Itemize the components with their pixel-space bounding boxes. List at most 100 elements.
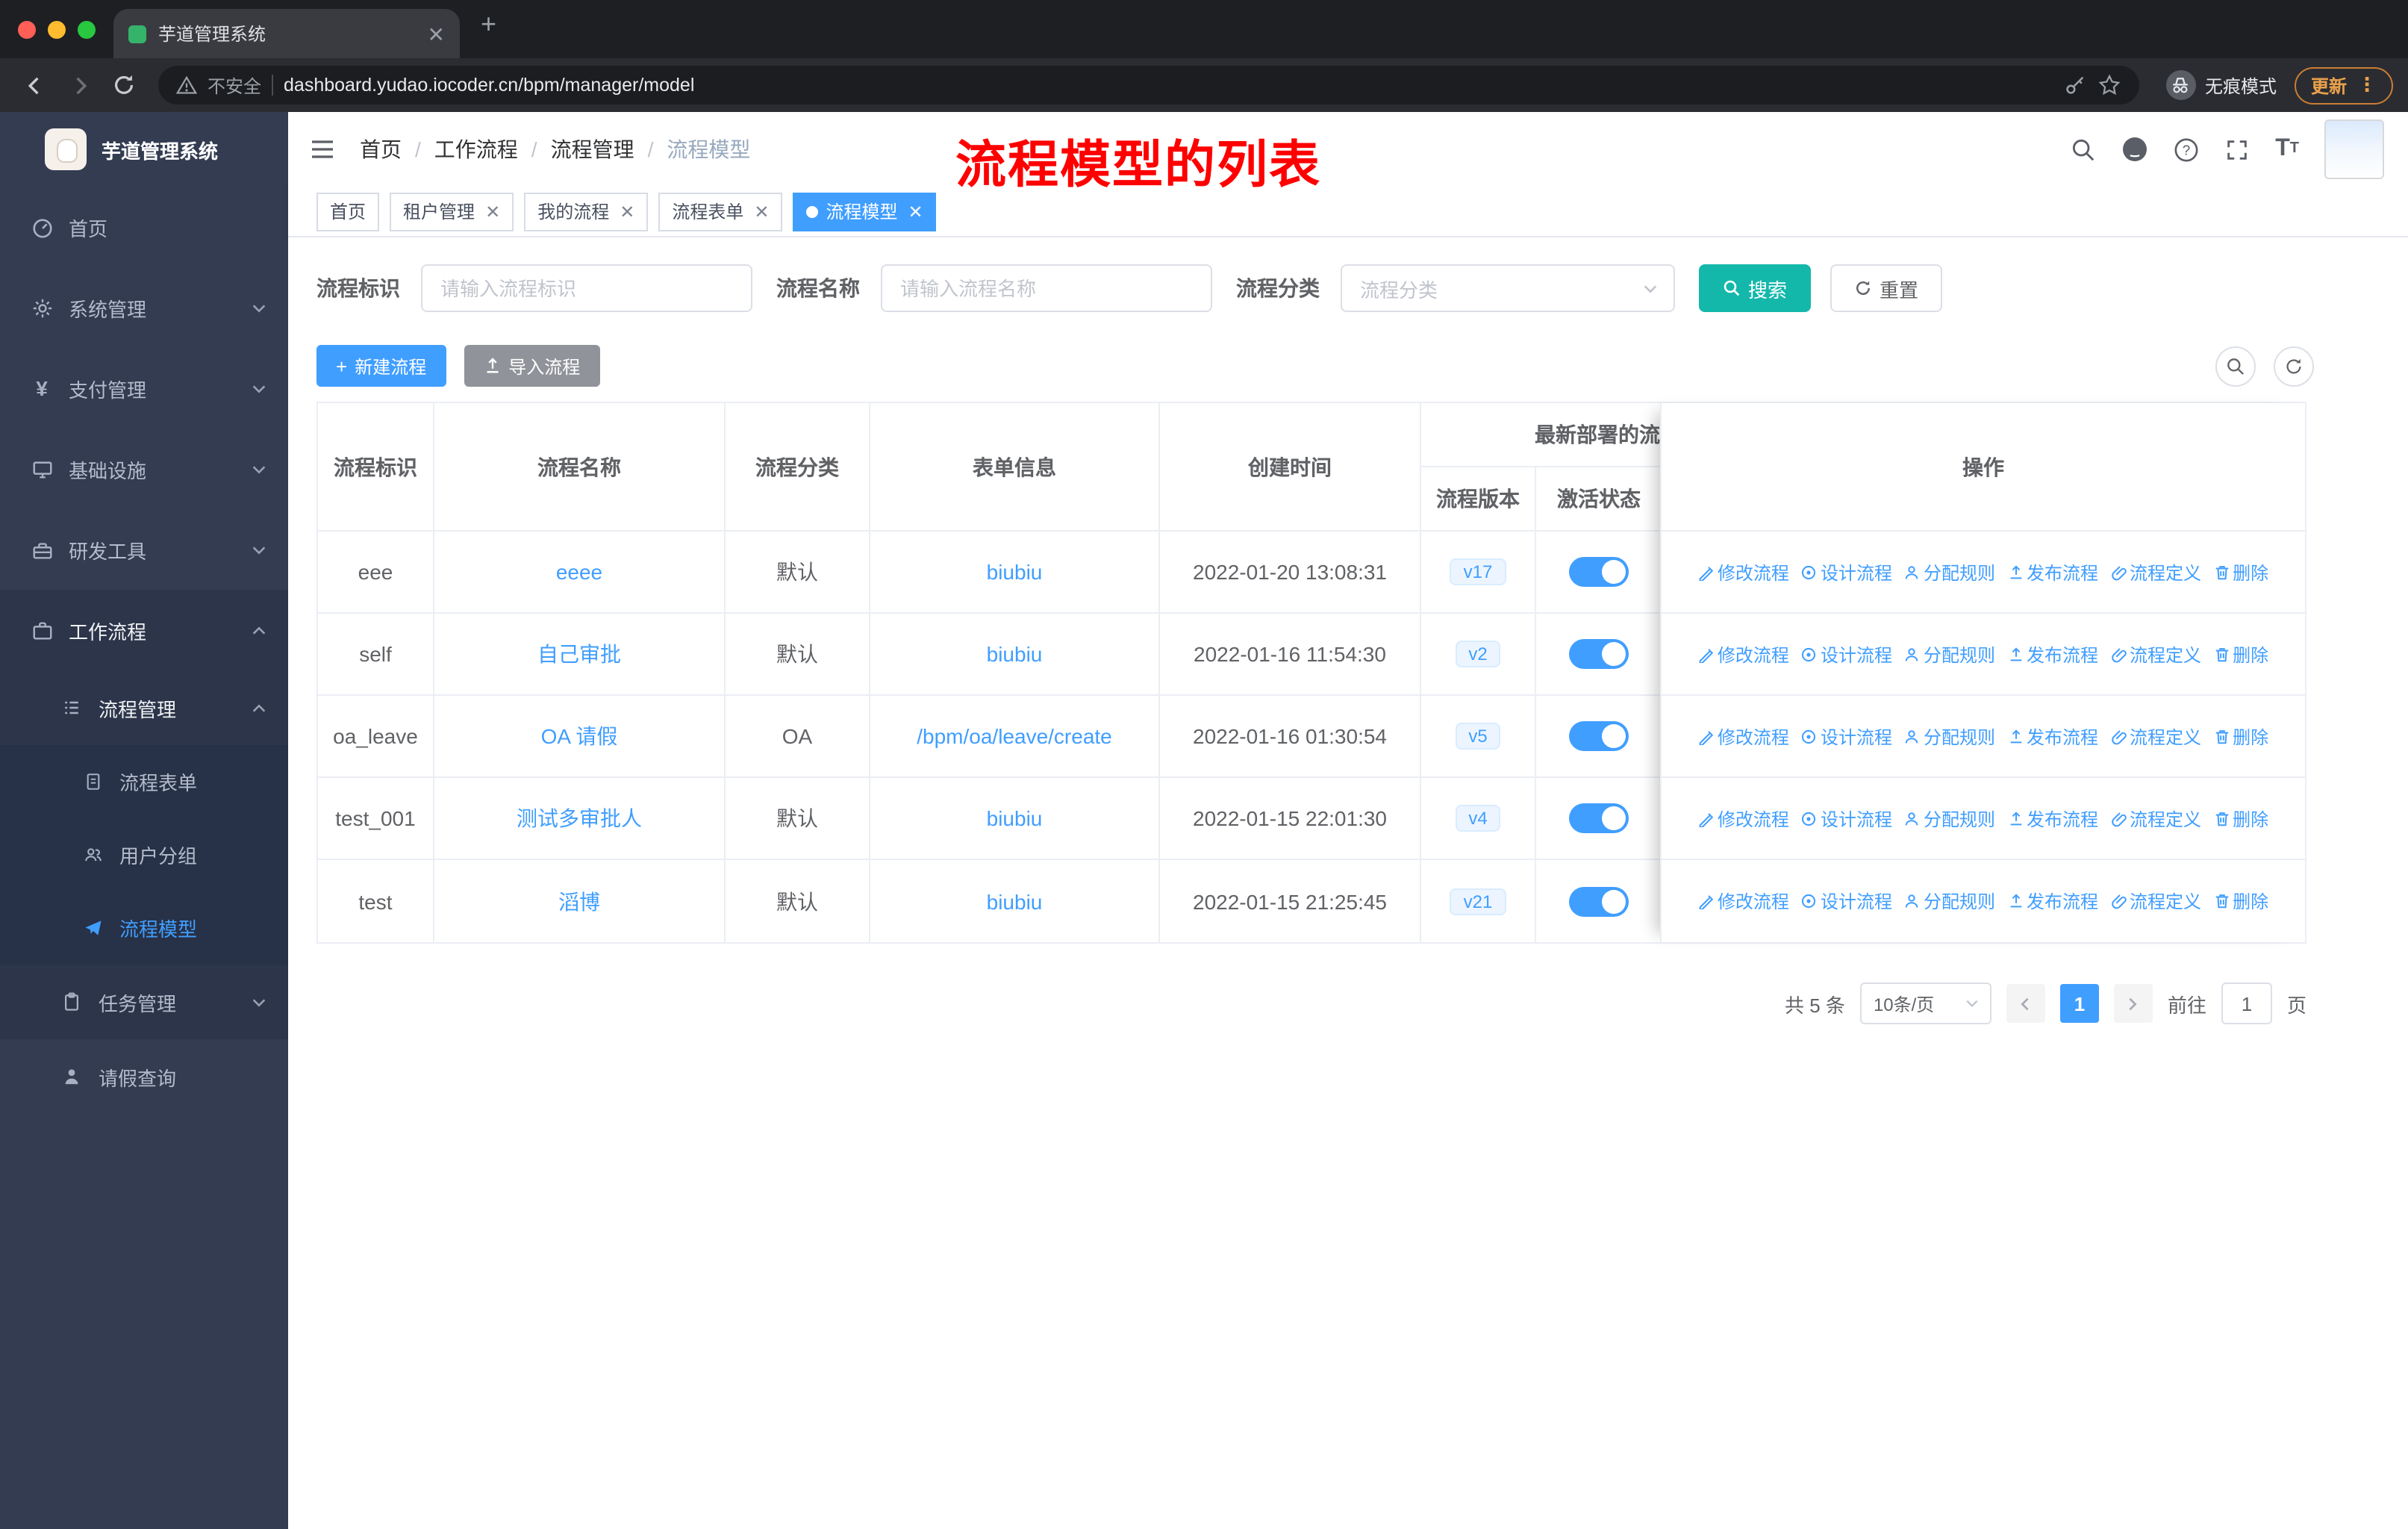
sidebar-item-infrastructure[interactable]: 基础设施 (0, 429, 288, 509)
edit-process-link[interactable]: 修改流程 (1698, 723, 1789, 749)
assign-rule-link[interactable]: 分配规则 (1904, 888, 1995, 914)
user-avatar[interactable] (2324, 119, 2384, 179)
forward-button[interactable] (60, 66, 99, 105)
close-icon[interactable]: ✕ (485, 202, 500, 220)
edit-process-link[interactable]: 修改流程 (1698, 806, 1789, 831)
process-definition-link[interactable]: 流程定义 (2110, 641, 2201, 667)
tag-process-form[interactable]: 流程表单 ✕ (658, 192, 783, 231)
search-icon[interactable] (2071, 137, 2096, 162)
delete-link[interactable]: 删除 (2213, 888, 2268, 914)
sidebar-item-process-model[interactable]: 流程模型 (0, 891, 288, 965)
design-process-link[interactable]: 设计流程 (1801, 723, 1892, 749)
window-minimize-button[interactable] (48, 20, 66, 38)
password-key-icon[interactable] (2063, 73, 2087, 97)
sidebar-collapse-icon[interactable] (309, 136, 336, 163)
delete-link[interactable]: 删除 (2213, 723, 2268, 749)
assign-rule-link[interactable]: 分配规则 (1904, 806, 1995, 831)
new-tab-button[interactable]: + (481, 9, 496, 40)
publish-process-link[interactable]: 发布流程 (2007, 723, 2098, 749)
assign-rule-link[interactable]: 分配规则 (1904, 641, 1995, 667)
security-label[interactable]: 不安全 (208, 72, 261, 98)
process-name-link[interactable]: 测试多审批人 (517, 803, 642, 833)
goto-page-input[interactable] (2221, 983, 2272, 1024)
app-logo[interactable]: 芋道管理系统 (0, 112, 288, 187)
page-size-select[interactable]: 10条/页 (1859, 983, 1991, 1024)
show-search-toggle-button[interactable] (2215, 346, 2256, 386)
search-button[interactable]: 搜索 (1699, 264, 1812, 312)
active-toggle[interactable] (1569, 721, 1629, 751)
process-id-input[interactable] (421, 264, 752, 312)
refresh-button[interactable] (2274, 346, 2314, 386)
prev-page-button[interactable] (2006, 984, 2045, 1023)
active-toggle[interactable] (1569, 803, 1629, 833)
category-select[interactable]: 流程分类 (1341, 264, 1675, 312)
active-toggle[interactable] (1569, 639, 1629, 669)
sidebar-item-devtools[interactable]: 研发工具 (0, 509, 288, 590)
version-badge[interactable]: v2 (1455, 641, 1501, 667)
version-badge[interactable]: v17 (1450, 558, 1506, 585)
process-name-link[interactable]: eeee (556, 560, 602, 584)
edit-process-link[interactable]: 修改流程 (1698, 888, 1789, 914)
form-info-link[interactable]: biubiu (987, 889, 1043, 913)
process-definition-link[interactable]: 流程定义 (2110, 888, 2201, 914)
active-toggle[interactable] (1569, 886, 1629, 916)
sidebar-item-process-management[interactable]: 流程管理 (0, 670, 288, 745)
form-info-link[interactable]: biubiu (987, 642, 1043, 666)
form-info-link[interactable]: biubiu (987, 806, 1043, 830)
browser-tab[interactable]: 芋道管理系统 ✕ (113, 9, 460, 58)
sidebar-item-home[interactable]: 首页 (0, 187, 288, 267)
close-icon[interactable]: ✕ (620, 202, 634, 220)
process-name-input[interactable] (881, 264, 1212, 312)
update-button[interactable]: 更新 ⋮ (2294, 66, 2393, 104)
edit-process-link[interactable]: 修改流程 (1698, 559, 1789, 585)
next-page-button[interactable] (2113, 984, 2153, 1023)
form-info-link[interactable]: /bpm/oa/leave/create (917, 724, 1112, 748)
fullscreen-icon[interactable] (2224, 137, 2250, 162)
version-badge[interactable]: v4 (1455, 805, 1501, 832)
version-badge[interactable]: v21 (1450, 888, 1506, 915)
publish-process-link[interactable]: 发布流程 (2007, 806, 2098, 831)
process-name-link[interactable]: 自己审批 (537, 639, 621, 669)
design-process-link[interactable]: 设计流程 (1801, 641, 1892, 667)
form-info-link[interactable]: biubiu (987, 560, 1043, 584)
window-close-button[interactable] (18, 20, 36, 38)
create-process-button[interactable]: + 新建流程 (316, 345, 446, 387)
process-definition-link[interactable]: 流程定义 (2110, 723, 2201, 749)
delete-link[interactable]: 删除 (2213, 641, 2268, 667)
tag-process-model[interactable]: 流程模型 ✕ (793, 192, 937, 231)
tag-home[interactable]: 首页 (316, 192, 380, 231)
breadcrumb-item[interactable]: 首页 (360, 134, 402, 164)
sidebar-item-process-form[interactable]: 流程表单 (0, 745, 288, 818)
close-icon[interactable]: ✕ (908, 202, 923, 220)
version-badge[interactable]: v5 (1455, 723, 1501, 750)
tag-tenant[interactable]: 租户管理 ✕ (390, 192, 514, 231)
font-size-icon[interactable]: TT (2275, 137, 2299, 161)
publish-process-link[interactable]: 发布流程 (2007, 559, 2098, 585)
sidebar-item-payment[interactable]: ¥ 支付管理 (0, 348, 288, 429)
tab-close-icon[interactable]: ✕ (428, 23, 445, 44)
sidebar-item-leave-query[interactable]: 请假查询 (0, 1039, 288, 1114)
delete-link[interactable]: 删除 (2213, 559, 2268, 585)
breadcrumb-item[interactable]: 工作流程 (434, 134, 518, 164)
sidebar-item-system[interactable]: 系统管理 (0, 267, 288, 348)
edit-process-link[interactable]: 修改流程 (1698, 641, 1789, 667)
bookmark-star-icon[interactable] (2097, 73, 2121, 97)
assign-rule-link[interactable]: 分配规则 (1904, 723, 1995, 749)
sidebar-item-task-management[interactable]: 任务管理 (0, 965, 288, 1039)
sidebar-item-user-group[interactable]: 用户分组 (0, 818, 288, 891)
delete-link[interactable]: 删除 (2213, 806, 2268, 831)
close-icon[interactable]: ✕ (754, 202, 769, 220)
url-text[interactable]: dashboard.yudao.iocoder.cn/bpm/manager/m… (284, 75, 694, 96)
tag-my-process[interactable]: 我的流程 ✕ (524, 192, 649, 231)
address-bar[interactable]: 不安全 dashboard.yudao.iocoder.cn/bpm/manag… (158, 66, 2139, 105)
page-number-button[interactable]: 1 (2059, 984, 2099, 1023)
process-name-link[interactable]: 滔博 (558, 886, 600, 916)
assign-rule-link[interactable]: 分配规则 (1904, 559, 1995, 585)
publish-process-link[interactable]: 发布流程 (2007, 888, 2098, 914)
github-icon[interactable] (2121, 136, 2148, 163)
help-icon[interactable]: ? (2174, 137, 2199, 162)
design-process-link[interactable]: 设计流程 (1801, 559, 1892, 585)
import-process-button[interactable]: 导入流程 (464, 345, 600, 387)
reload-button[interactable] (105, 66, 143, 105)
design-process-link[interactable]: 设计流程 (1801, 888, 1892, 914)
